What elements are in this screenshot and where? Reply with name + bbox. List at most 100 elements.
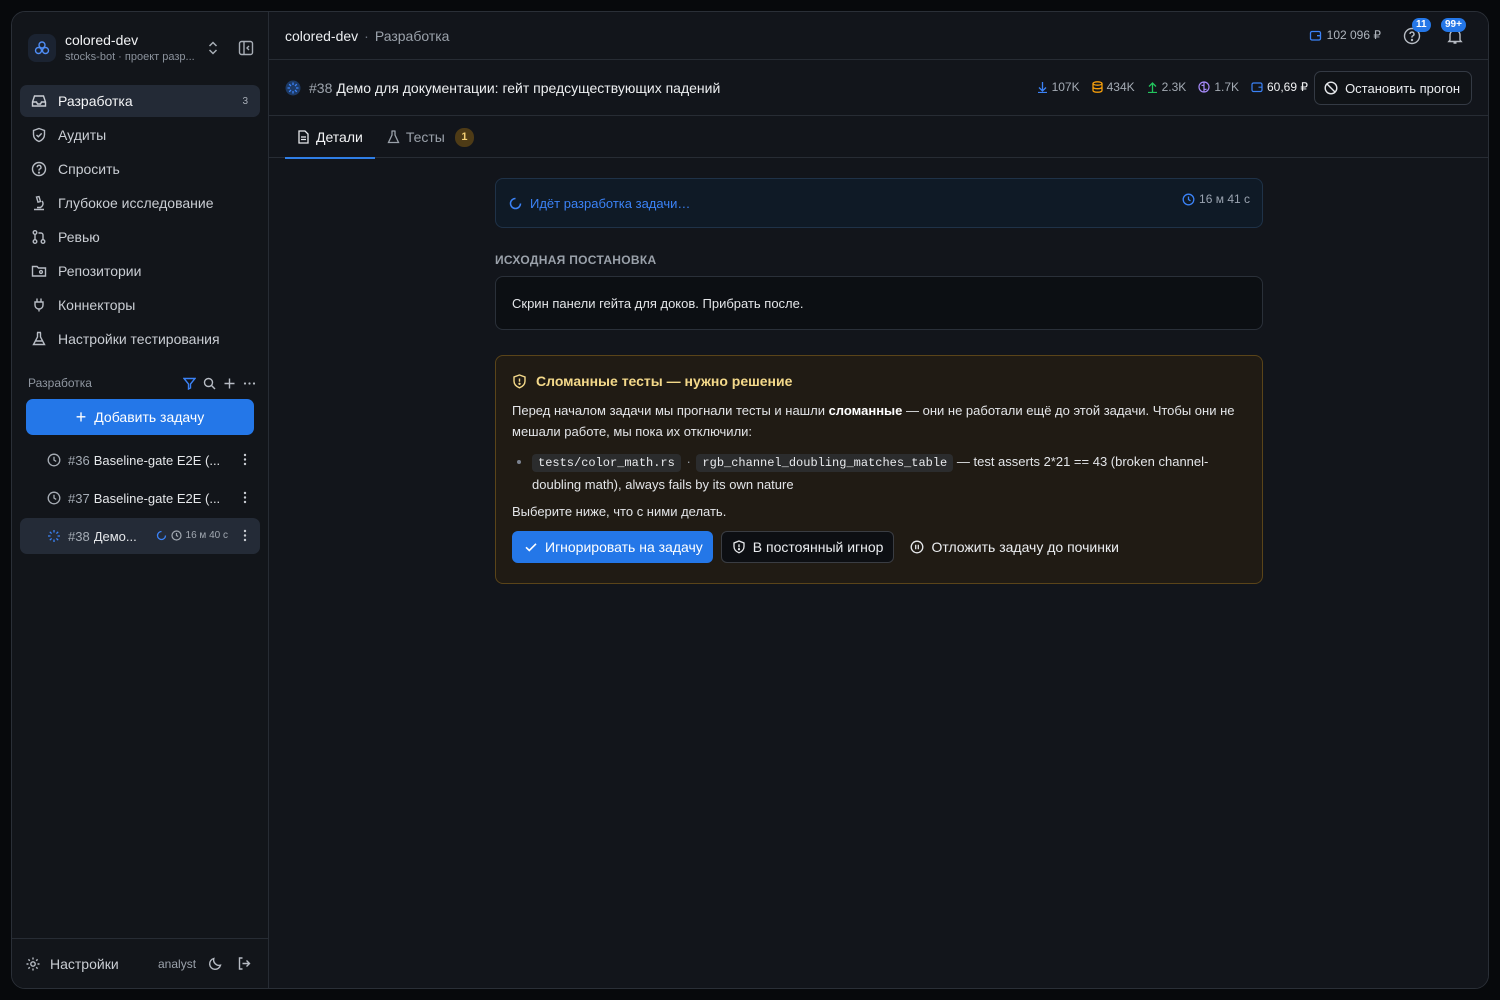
kebab-menu-icon[interactable] bbox=[243, 529, 247, 542]
stat-value: 60,69 ₽ bbox=[1267, 80, 1308, 94]
plus-icon[interactable] bbox=[223, 377, 236, 390]
pause-circle-icon bbox=[911, 540, 924, 554]
logout-icon[interactable] bbox=[237, 956, 252, 971]
add-task-button[interactable]: + Добавить задачу bbox=[26, 399, 254, 435]
task-number: #38 bbox=[68, 528, 90, 544]
task-number: #38 bbox=[309, 79, 333, 96]
warning-intro: Перед началом задачи мы прогнали тесты и… bbox=[512, 400, 1246, 442]
spinner-icon bbox=[47, 529, 61, 543]
list-item[interactable]: #37 Baseline-gate E2E (... bbox=[20, 480, 260, 516]
arrow-down-icon bbox=[1037, 82, 1047, 93]
microscope-icon bbox=[30, 194, 48, 212]
breadcrumb-project[interactable]: colored-dev bbox=[285, 28, 358, 44]
shield-check-icon bbox=[30, 126, 48, 144]
shield-alert-icon bbox=[733, 540, 745, 554]
ignore-for-task-label: Игнорировать на задачу bbox=[545, 539, 703, 555]
task-title: Baseline-gate E2E (... bbox=[93, 452, 221, 468]
add-task-label: Добавить задачу bbox=[94, 409, 205, 425]
stop-run-label: Остановить прогон bbox=[1345, 80, 1460, 96]
test-separator: · bbox=[686, 454, 691, 469]
flask-icon bbox=[30, 330, 48, 348]
stat-value: 107K bbox=[1051, 80, 1080, 94]
warning-intro-bold: сломанные bbox=[828, 403, 903, 418]
question-circle-icon bbox=[30, 160, 48, 178]
sidebar-item-label: Ревью bbox=[58, 229, 100, 245]
notifications-button[interactable]: 99+ bbox=[1441, 18, 1466, 45]
task-title: Baseline-gate E2E (... bbox=[93, 490, 221, 506]
sidebar-item-audits[interactable]: Аудиты bbox=[20, 119, 260, 151]
task-header: #38 Демо для документации: гейт предсуще… bbox=[269, 60, 1488, 116]
wallet-icon bbox=[1251, 82, 1263, 93]
clock-icon bbox=[170, 530, 182, 541]
test-file: tests/color_math.rs bbox=[532, 454, 681, 472]
bullet-dot bbox=[517, 460, 521, 464]
clock-icon bbox=[47, 453, 61, 467]
sidebar-item-development[interactable]: Разработка 3 bbox=[20, 85, 260, 117]
settings-link[interactable]: Настройки bbox=[50, 956, 119, 972]
tab-badge: 1 bbox=[454, 127, 474, 147]
ignore-for-task-button[interactable]: Игнорировать на задачу bbox=[512, 531, 713, 563]
stop-run-button[interactable]: Остановить прогон bbox=[1314, 71, 1472, 105]
task-time: 16 м 40 с bbox=[185, 530, 228, 541]
loading-icon bbox=[156, 530, 167, 541]
stat-download: 107K bbox=[1037, 80, 1080, 94]
sidebar-item-test-settings[interactable]: Настройки тестирования bbox=[20, 323, 260, 355]
help-badge: 11 bbox=[1412, 18, 1431, 32]
stat-cost: 60,69 ₽ bbox=[1251, 80, 1308, 94]
tab-label: Детали bbox=[316, 129, 363, 145]
list-item[interactable]: #36 Baseline-gate E2E (... bbox=[20, 442, 260, 478]
original-title: Исходная постановка bbox=[495, 253, 657, 267]
plus-icon: + bbox=[75, 407, 87, 427]
task-timer: 16 м 40 с bbox=[156, 530, 228, 541]
stat-brain: 1.7K bbox=[1198, 80, 1239, 94]
notifications-badge: 99+ bbox=[1441, 18, 1466, 32]
chevrons-updown-icon[interactable] bbox=[206, 39, 220, 57]
warning-actions: Игнорировать на задачу В постоянный игно… bbox=[512, 531, 1246, 563]
clock-icon bbox=[47, 491, 61, 505]
ignore-forever-button[interactable]: В постоянный игнор bbox=[720, 531, 895, 563]
sidebar-item-review[interactable]: Ревью bbox=[20, 221, 260, 253]
search-icon[interactable] bbox=[203, 377, 216, 390]
stat-value: 434K bbox=[1106, 80, 1135, 94]
gear-icon[interactable] bbox=[25, 956, 41, 972]
project-name: colored-dev bbox=[65, 32, 139, 48]
tab-label: Тесты bbox=[405, 129, 445, 145]
loading-icon bbox=[509, 197, 522, 209]
progress-text: Идёт разработка задачи… bbox=[530, 195, 691, 211]
ignore-forever-label: В постоянный игнор bbox=[752, 539, 884, 555]
stat-value: 2.3K bbox=[1161, 80, 1187, 94]
task-number: #37 bbox=[68, 490, 90, 506]
flask-icon bbox=[387, 130, 400, 144]
sidebar-item-label: Репозитории bbox=[58, 263, 142, 279]
help-button[interactable]: 11 bbox=[1403, 18, 1431, 45]
sidebar-item-repositories[interactable]: Репозитории bbox=[20, 255, 260, 287]
tab-tests[interactable]: Тесты 1 bbox=[375, 116, 486, 158]
shield-alert-icon bbox=[513, 373, 526, 389]
sidebar-item-label: Аудиты bbox=[58, 127, 107, 143]
wallet-icon bbox=[1309, 29, 1322, 42]
sidebar-collapse-icon[interactable] bbox=[238, 39, 254, 57]
tab-details[interactable]: Детали bbox=[285, 116, 375, 159]
moon-icon[interactable] bbox=[208, 956, 223, 971]
sidebar-item-deep-research[interactable]: Глубокое исследование bbox=[20, 187, 260, 219]
sidebar-item-connectors[interactable]: Коннекторы bbox=[20, 289, 260, 321]
postpone-task-button[interactable]: Отложить задачу до починки bbox=[902, 531, 1126, 563]
kebab-menu-icon[interactable] bbox=[243, 453, 247, 466]
spinner-icon bbox=[285, 80, 301, 96]
username: analyst bbox=[158, 956, 197, 971]
sidebar-item-label: Настройки тестирования bbox=[58, 331, 220, 347]
sidebar-item-label: Коннекторы bbox=[58, 297, 136, 313]
sidebar-footer: Настройки analyst bbox=[12, 938, 268, 988]
breadcrumb-section[interactable]: Разработка bbox=[375, 28, 450, 44]
list-item[interactable]: #38 Демо... 16 м 40 с bbox=[20, 518, 260, 554]
sidebar-item-ask[interactable]: Спросить bbox=[20, 153, 260, 185]
kebab-menu-icon[interactable] bbox=[243, 491, 247, 504]
task-number: #36 bbox=[68, 452, 90, 468]
more-horizontal-icon[interactable] bbox=[243, 377, 256, 390]
filter-icon[interactable] bbox=[183, 377, 196, 390]
project-switcher[interactable]: colored-dev stocks-bot · проект разр... bbox=[28, 30, 258, 66]
progress-timer: 16 м 41 с bbox=[1182, 192, 1250, 206]
section-label: Разработка bbox=[28, 376, 92, 390]
test-name: rgb_channel_doubling_matches_table bbox=[696, 454, 954, 472]
balance[interactable]: 102 096 ₽ bbox=[1309, 28, 1381, 42]
